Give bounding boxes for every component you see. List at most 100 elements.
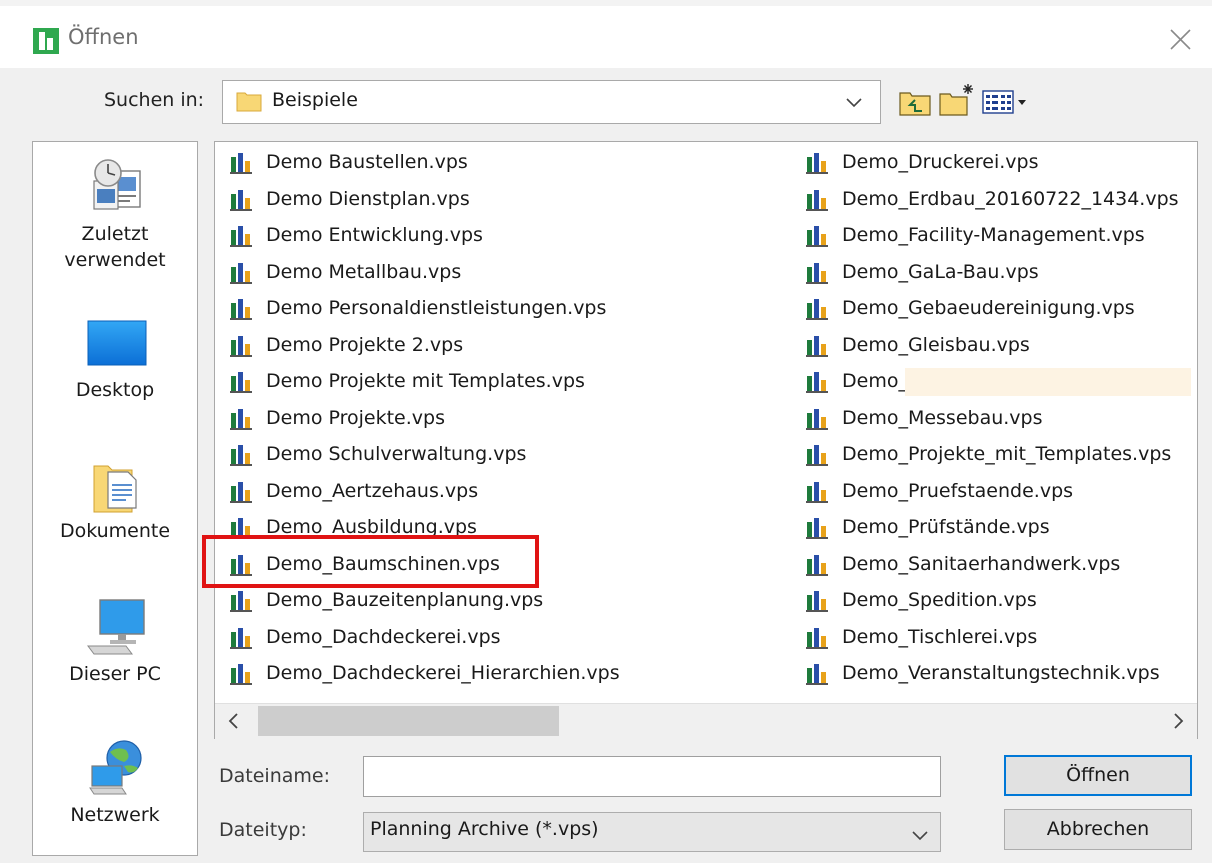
vps-file-icon: [805, 589, 829, 613]
file-name: Demo Projekte 2.vps: [266, 333, 464, 356]
vps-file-icon: [805, 480, 829, 504]
file-list-item[interactable]: Demo_Dachdeckerei.vps: [229, 619, 789, 655]
file-list-item[interactable]: Demo_Erdbau_20160722_1434.vps: [805, 181, 1193, 217]
file-name: Demo_GaLa-Bau.vps: [842, 260, 1039, 283]
chevron-down-icon[interactable]: [908, 824, 932, 846]
file-list-item[interactable]: Demo_Prüfstände.vps: [805, 509, 1193, 545]
file-list-item[interactable]: Demo Schulverwaltung.vps: [229, 436, 789, 472]
lookin-label: Suchen in:: [104, 89, 205, 111]
filetype-label: Dateityp:: [219, 819, 307, 841]
scrollbar-thumb[interactable]: [258, 706, 559, 736]
vps-file-icon: [805, 224, 829, 248]
file-list-item[interactable]: Demo Personaldienstleistungen.vps: [229, 290, 789, 326]
app-icon: [33, 28, 59, 54]
window-title: Öffnen: [68, 25, 139, 49]
file-name: Demo_Druckerei.vps: [842, 151, 1039, 173]
file-list-item[interactable]: Demo Dienstplan.vps: [229, 181, 789, 217]
vps-file-icon: [229, 626, 253, 650]
redacted-area: [905, 368, 1191, 396]
vps-file-icon: [805, 443, 829, 467]
computer-icon: [87, 599, 145, 655]
file-name: Demo_Sanitaerhandwerk.vps: [842, 552, 1121, 575]
file-name: Demo_Dachdeckerei_Hierarchien.vps: [266, 662, 620, 684]
vps-file-icon: [805, 297, 829, 321]
file-name: Demo_Gleisbau.vps: [842, 333, 1030, 356]
vps-file-icon: [805, 662, 829, 686]
new-folder-icon[interactable]: [937, 82, 977, 118]
file-name: Demo_Facility-Management.vps: [842, 224, 1145, 246]
chevron-left-icon[interactable]: [222, 709, 246, 733]
file-name: Demo Dienstplan.vps: [266, 187, 470, 210]
place-label-documents: Dokumente: [59, 520, 171, 542]
file-name: Demo Baustellen.vps: [266, 151, 468, 173]
file-list-item[interactable]: Demo Entwicklung.vps: [229, 217, 789, 253]
filename-input[interactable]: [363, 756, 941, 797]
close-icon[interactable]: [1160, 22, 1200, 58]
file-name: Demo Schulverwaltung.vps: [266, 443, 527, 465]
vps-file-icon: [805, 188, 829, 212]
file-name: Demo_Messebau.vps: [842, 406, 1043, 429]
vps-file-icon: [805, 261, 829, 285]
file-list-item[interactable]: Demo_Aertzehaus.vps: [229, 473, 789, 509]
file-list-item[interactable]: Demo_Tischlerei.vps: [805, 619, 1193, 655]
vps-file-icon: [229, 589, 253, 613]
file-list-item[interactable]: Demo_Facility-Management.vps: [805, 217, 1193, 253]
chevron-right-icon[interactable]: [1166, 709, 1190, 733]
file-list-item[interactable]: Demo_Messebau.vps: [805, 400, 1193, 436]
network-icon: [89, 740, 142, 795]
chevron-down-icon[interactable]: [842, 91, 866, 113]
file-list-item[interactable]: Demo_Gebaeudereinigung.vps: [805, 290, 1193, 326]
vps-file-icon: [229, 443, 253, 467]
vps-file-icon: [229, 188, 253, 212]
file-list-item[interactable]: Demo Metallbau.vps: [229, 254, 789, 290]
vps-file-icon: [229, 224, 253, 248]
file-list-item[interactable]: Demo_Gleisbau.vps: [805, 327, 1193, 363]
file-list-item[interactable]: Demo Projekte mit Templates.vps: [229, 363, 789, 399]
title-bar: [0, 6, 1212, 68]
vps-file-icon: [805, 151, 829, 175]
file-list-item[interactable]: Demo_Sanitaerhandwerk.vps: [805, 546, 1193, 582]
file-list-item[interactable]: Demo_Veranstaltungstechnik.vps: [805, 655, 1193, 691]
file-list-item[interactable]: Demo_Druckerei.vps: [805, 144, 1193, 180]
open-button[interactable]: Öffnen: [1004, 755, 1192, 796]
file-list-item[interactable]: Demo_Pruefstaende.vps: [805, 473, 1193, 509]
file-name: Demo_Prüfstände.vps: [842, 516, 1050, 538]
up-folder-icon[interactable]: [897, 86, 933, 118]
desktop-icon: [87, 320, 147, 366]
file-name: Demo_Veranstaltungstechnik.vps: [842, 662, 1160, 684]
vps-file-icon: [805, 516, 829, 540]
file-list-item[interactable]: Demo_Projekte_mit_Templates.vps: [805, 436, 1193, 472]
file-name: Demo_Dachdeckerei.vps: [266, 625, 501, 648]
file-name: Demo_Pruefstaende.vps: [842, 479, 1074, 502]
folder-icon: [236, 92, 262, 112]
file-list-item[interactable]: Demo Projekte.vps: [229, 400, 789, 436]
place-label-computer: Dieser PC: [69, 663, 161, 685]
file-name: Demo Personaldienstleistungen.vps: [266, 297, 607, 319]
file-list-item[interactable]: Demo_GaLa-Bau.vps: [805, 254, 1193, 290]
vps-file-icon: [805, 626, 829, 650]
file-name: Demo_Projekte_mit_Templates.vps: [842, 443, 1172, 465]
vps-file-icon: [229, 370, 253, 394]
vps-file-icon: [805, 553, 829, 577]
recent-places-icon: [93, 159, 141, 210]
vps-file-icon: [805, 407, 829, 431]
file-name: Demo_Tischlerei.vps: [842, 625, 1038, 648]
lookin-value: Beispiele: [272, 89, 358, 111]
filetype-value: Planning Archive (*.vps): [370, 818, 599, 840]
file-list-item[interactable]: Demo_Spedition.vps: [805, 582, 1193, 618]
filename-label: Dateiname:: [219, 765, 330, 787]
highlight-annotation: [202, 535, 539, 588]
view-menu-icon[interactable]: [980, 86, 1032, 118]
file-name: Demo_Spedition.vps: [842, 589, 1037, 611]
file-list-item[interactable]: Demo Baustellen.vps: [229, 144, 789, 180]
vps-file-icon: [229, 151, 253, 175]
file-name: Demo_Aertzehaus.vps: [266, 479, 479, 502]
place-label-recent: Zuletzt verwendet: [64, 223, 166, 271]
cancel-button[interactable]: Abbrechen: [1004, 809, 1192, 850]
file-list-item[interactable]: Demo_Dachdeckerei_Hierarchien.vps: [229, 655, 789, 691]
file-name: Demo_Bauzeitenplanung.vps: [266, 589, 544, 611]
vps-file-icon: [229, 334, 253, 358]
file-name: Demo_: [842, 370, 908, 392]
vps-file-icon: [229, 297, 253, 321]
file-list-item[interactable]: Demo Projekte 2.vps: [229, 327, 789, 363]
